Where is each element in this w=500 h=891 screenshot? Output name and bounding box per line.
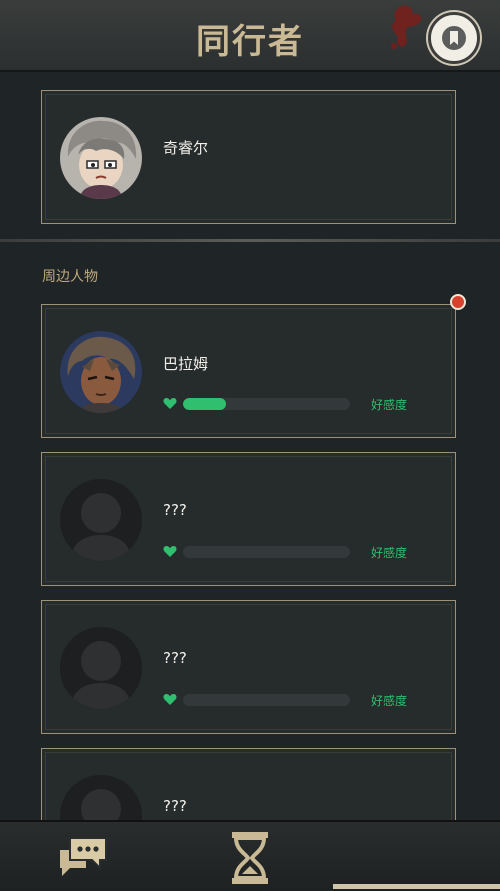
companion-card[interactable]: 奇睿尔 bbox=[41, 90, 456, 224]
npc-avatar bbox=[60, 479, 142, 561]
section-label: 周边人物 bbox=[42, 269, 98, 285]
affinity-label: 好感度 bbox=[371, 546, 408, 560]
header: 同行者 bbox=[0, 0, 500, 72]
affinity-label: 好感度 bbox=[371, 398, 408, 412]
npc-name: ??? bbox=[163, 797, 187, 815]
bottom-nav bbox=[0, 820, 500, 891]
active-tab-indicator bbox=[333, 884, 500, 889]
heart-icon bbox=[163, 694, 177, 705]
affinity-label: 好感度 bbox=[371, 694, 408, 708]
affinity-bar bbox=[183, 694, 350, 706]
heart-icon bbox=[163, 398, 177, 409]
bookmark-icon bbox=[442, 26, 466, 50]
companion-avatar bbox=[60, 117, 142, 199]
heart-icon bbox=[163, 546, 177, 557]
chat-bubbles-icon[interactable] bbox=[56, 834, 110, 878]
affinity-bar bbox=[183, 398, 350, 410]
companion-name: 奇睿尔 bbox=[163, 139, 209, 157]
npc-name: ??? bbox=[163, 501, 187, 519]
section-divider bbox=[0, 239, 500, 242]
npc-card[interactable]: ??? 好感度 bbox=[41, 452, 456, 586]
hourglass-icon[interactable] bbox=[230, 830, 270, 886]
brown-hair-man-avatar bbox=[60, 331, 142, 413]
boy-gray-hair-avatar bbox=[60, 117, 142, 199]
npc-card[interactable]: ??? 好感度 bbox=[41, 600, 456, 734]
affinity-bar-fill bbox=[183, 398, 227, 410]
unknown-silhouette-avatar bbox=[60, 627, 142, 709]
notification-dot bbox=[450, 294, 466, 310]
unknown-silhouette-avatar bbox=[60, 479, 142, 561]
npc-avatar bbox=[60, 627, 142, 709]
npc-avatar bbox=[60, 331, 142, 413]
bookmark-button[interactable] bbox=[428, 12, 480, 64]
npc-name: 巴拉姆 bbox=[163, 355, 209, 373]
affinity-bar bbox=[183, 546, 350, 558]
npc-card[interactable]: 巴拉姆 好感度 bbox=[41, 304, 456, 438]
page-title: 同行者 bbox=[196, 22, 304, 62]
npc-name: ??? bbox=[163, 649, 187, 667]
